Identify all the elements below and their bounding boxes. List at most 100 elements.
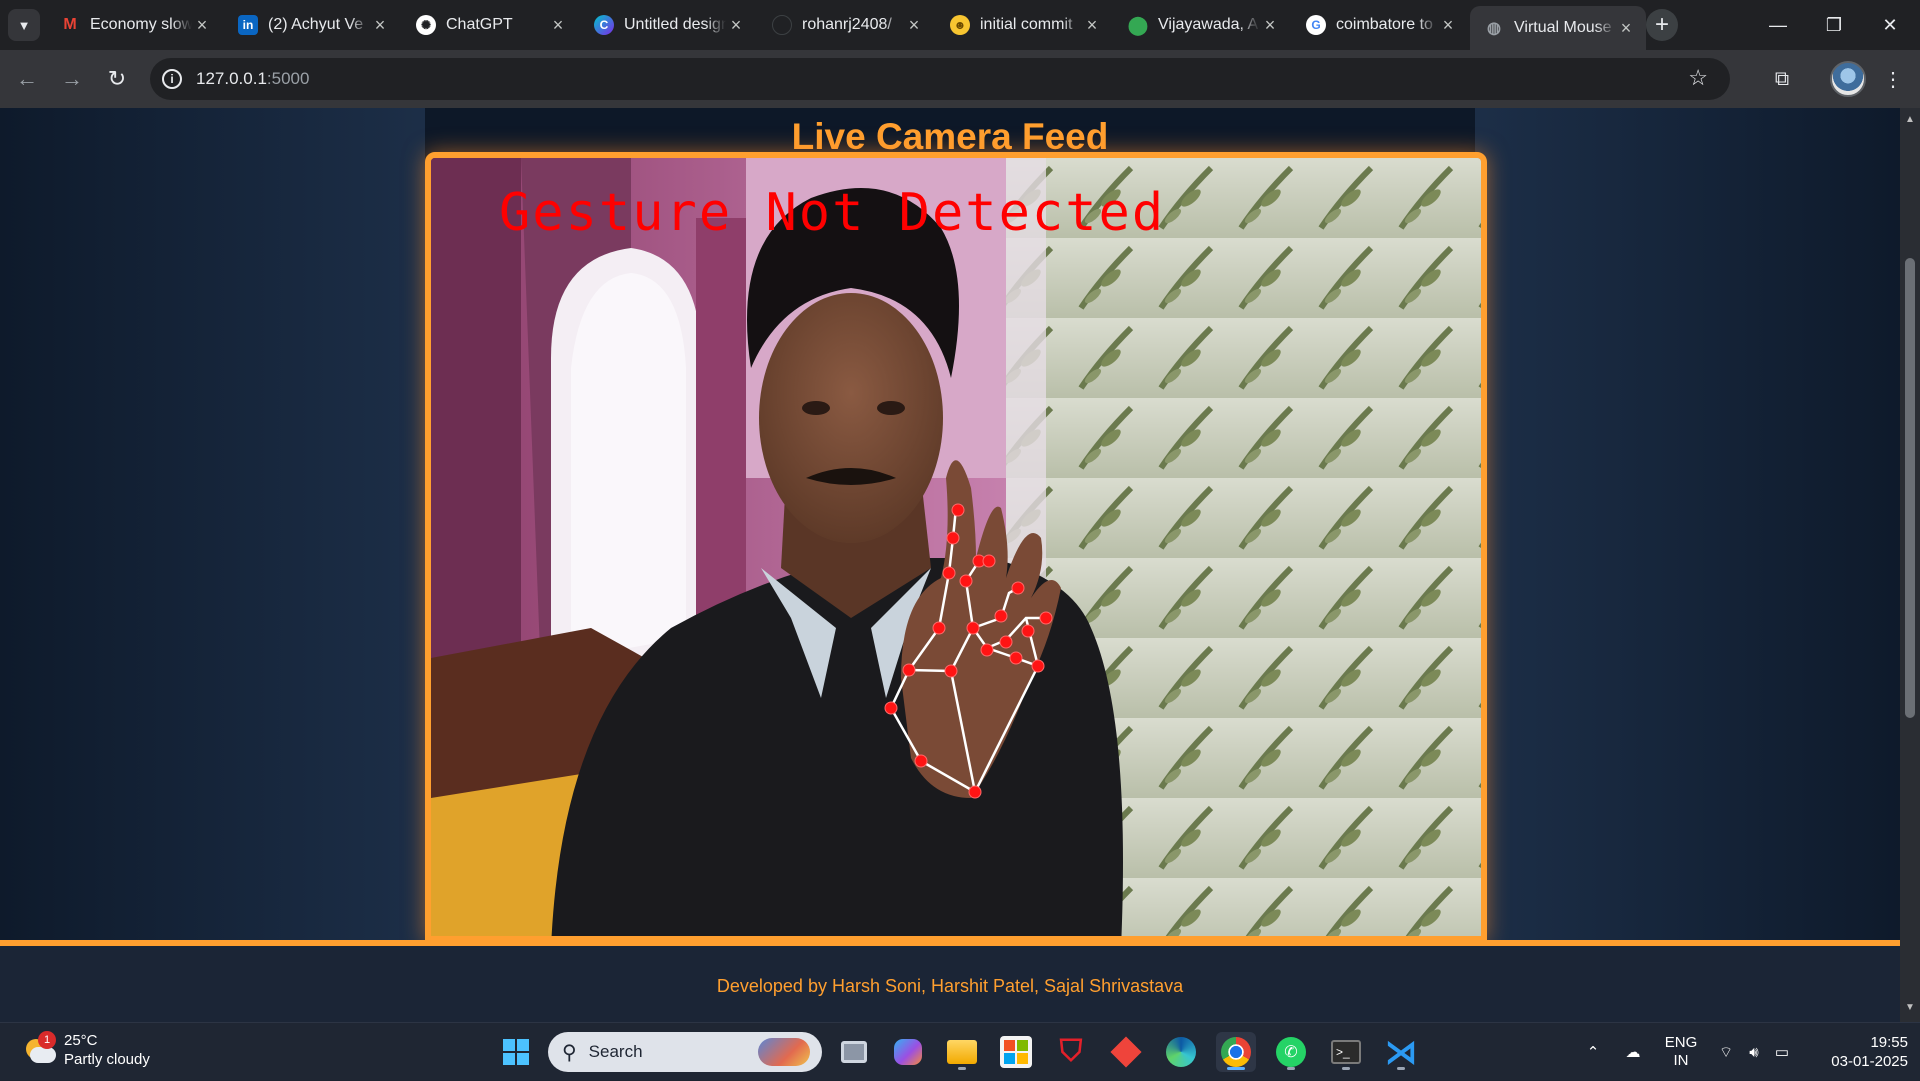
scroll-thumb[interactable] [1905,258,1915,718]
wifi-icon[interactable]: ⌔ [1712,1023,1740,1081]
show-hidden-icons-button[interactable]: ⌃ [1578,1023,1608,1081]
tab-google[interactable]: G coimbatore to × [1292,8,1468,42]
edge-button[interactable] [1161,1032,1201,1072]
close-window-button[interactable]: ✕ [1862,0,1918,50]
chrome-icon [1221,1037,1251,1067]
linkedin-icon: in [238,15,258,35]
bookmark-star-icon[interactable]: ☆ [1688,65,1708,91]
start-button[interactable] [496,1032,536,1072]
terminal-button[interactable]: >_ [1326,1032,1366,1072]
url-text[interactable]: 127.0.0.1:5000 [196,69,309,89]
vscode-button[interactable]: ⋊ [1381,1032,1421,1072]
weather-badge: 1 [38,1031,56,1049]
tab-virtual-mouse[interactable]: ◍ Virtual Mouse × [1470,6,1646,50]
github-icon [772,15,792,35]
tab-title: Virtual Mouse [1514,19,1612,36]
address-bar[interactable]: i 127.0.0.1:5000 ☆ [150,58,1730,100]
close-icon[interactable]: × [1260,15,1280,35]
gesture-status-text: Gesture Not Detected [499,183,1165,243]
chevron-up-icon: ⌃ [1586,1044,1600,1061]
scroll-down-arrow-icon[interactable]: ▼ [1904,1002,1916,1013]
close-icon[interactable]: × [1082,15,1102,35]
gmail-icon: M [63,16,77,33]
close-icon[interactable]: × [548,15,568,35]
tab-initial-commit[interactable]: ☻ initial commit × [936,8,1112,42]
weather-description: Partly cloudy [64,1051,150,1068]
date: 03-01-2025 [1831,1053,1908,1070]
close-icon[interactable]: × [726,15,746,35]
onedrive-icon[interactable]: ☁ [1618,1023,1648,1081]
microsoft-store-button[interactable] [996,1032,1036,1072]
store-icon [1000,1036,1032,1068]
page-scrollbar[interactable]: ▲ ▼ [1900,108,1920,1022]
taskbar-search[interactable]: ⚲ Search [548,1032,822,1072]
tab-title: ChatGPT [446,16,513,33]
mcafee-shield-icon: ⛉ [1059,1035,1083,1068]
url-host: 127.0.0.1 [196,69,267,88]
close-icon[interactable]: × [192,15,212,35]
restore-button[interactable]: ❐ [1806,0,1862,50]
url-port: :5000 [266,69,310,88]
canva-icon: C [594,15,614,35]
tab-title: initial commit [980,16,1073,33]
chevron-down-icon: ▼ [17,17,31,33]
tab-search-button[interactable]: ▼ [8,9,40,41]
tab-gmail[interactable]: M Economy slows × [46,8,222,42]
tab-title: Economy slows [90,16,192,33]
scroll-up-arrow-icon[interactable]: ▲ [1904,114,1916,125]
tab-linkedin[interactable]: in (2) Achyut Ve × [224,8,400,42]
browser-toolbar: ← → ↻ i 127.0.0.1:5000 ☆ ⧉ ⋮ [0,50,1920,108]
weather-widget[interactable]: 1 25°C Partly cloudy [22,1031,150,1069]
whatsapp-button[interactable]: ✆ [1271,1032,1311,1072]
close-icon[interactable]: × [370,15,390,35]
camera-feed-frame: Gesture Not Detected [425,152,1487,942]
site-info-icon[interactable]: i [162,69,182,89]
chrome-button[interactable] [1216,1032,1256,1072]
folder-icon [947,1040,977,1064]
tab-title: (2) Achyut Ve [268,16,364,33]
close-icon[interactable]: × [904,15,924,35]
weather-temperature: 25°C [64,1032,98,1049]
minimize-button[interactable]: — [1750,0,1806,50]
copilot-icon [894,1039,922,1065]
file-explorer-button[interactable] [942,1032,982,1072]
mcafee-button[interactable]: ⛉ [1051,1032,1091,1072]
language-indicator[interactable]: ENG IN [1658,1023,1704,1081]
forward-button[interactable]: → [55,62,89,96]
battery-icon[interactable]: ▭ [1768,1023,1796,1081]
search-highlight-image [758,1038,810,1066]
tab-canva[interactable]: C Untitled design × [580,8,756,42]
tab-maps[interactable]: ⬤ Vijayawada, A × [1114,8,1290,42]
region-code: IN [1673,1052,1689,1069]
tab-title: rohanrj2408/ [802,16,892,33]
whatsapp-icon: ✆ [1276,1037,1306,1067]
anydesk-icon [1110,1036,1142,1068]
volume-icon[interactable]: 🔊︎ [1740,1023,1768,1081]
clock[interactable]: 19:55 03-01-2025 [1808,1033,1908,1071]
reload-button[interactable]: ↻ [100,62,134,96]
footer-credits: Developed by Harsh Soni, Harshit Patel, … [716,976,1184,996]
copilot-button[interactable] [888,1032,928,1072]
task-view-button[interactable] [834,1032,874,1072]
tab-chatgpt[interactable]: ✺ ChatGPT × [402,8,578,42]
language-code: ENG [1664,1034,1698,1051]
tab-github[interactable]: rohanrj2408/ × [758,8,934,42]
profile-avatar[interactable] [1830,61,1866,97]
tab-title: Untitled design [624,16,726,33]
emoji-icon: ☻ [950,15,970,35]
search-icon: ⚲ [562,1041,577,1064]
new-tab-button[interactable]: + [1646,9,1678,41]
extensions-icon[interactable]: ⧉ [1765,62,1799,96]
task-view-icon [841,1041,867,1063]
vscode-icon: ⋊ [1385,1034,1417,1070]
close-icon[interactable]: × [1438,15,1458,35]
search-label: Search [588,1042,643,1061]
menu-icon[interactable]: ⋮ [1876,62,1910,96]
terminal-icon: >_ [1331,1040,1361,1064]
anydesk-button[interactable] [1106,1032,1146,1072]
back-button[interactable]: ← [10,62,44,96]
tab-title: coimbatore to [1336,16,1433,33]
web-page: Live Camera Feed Gesture Not Detected De… [0,108,1900,1022]
close-icon[interactable]: × [1616,18,1636,38]
tab-title: Vijayawada, A [1158,16,1259,33]
